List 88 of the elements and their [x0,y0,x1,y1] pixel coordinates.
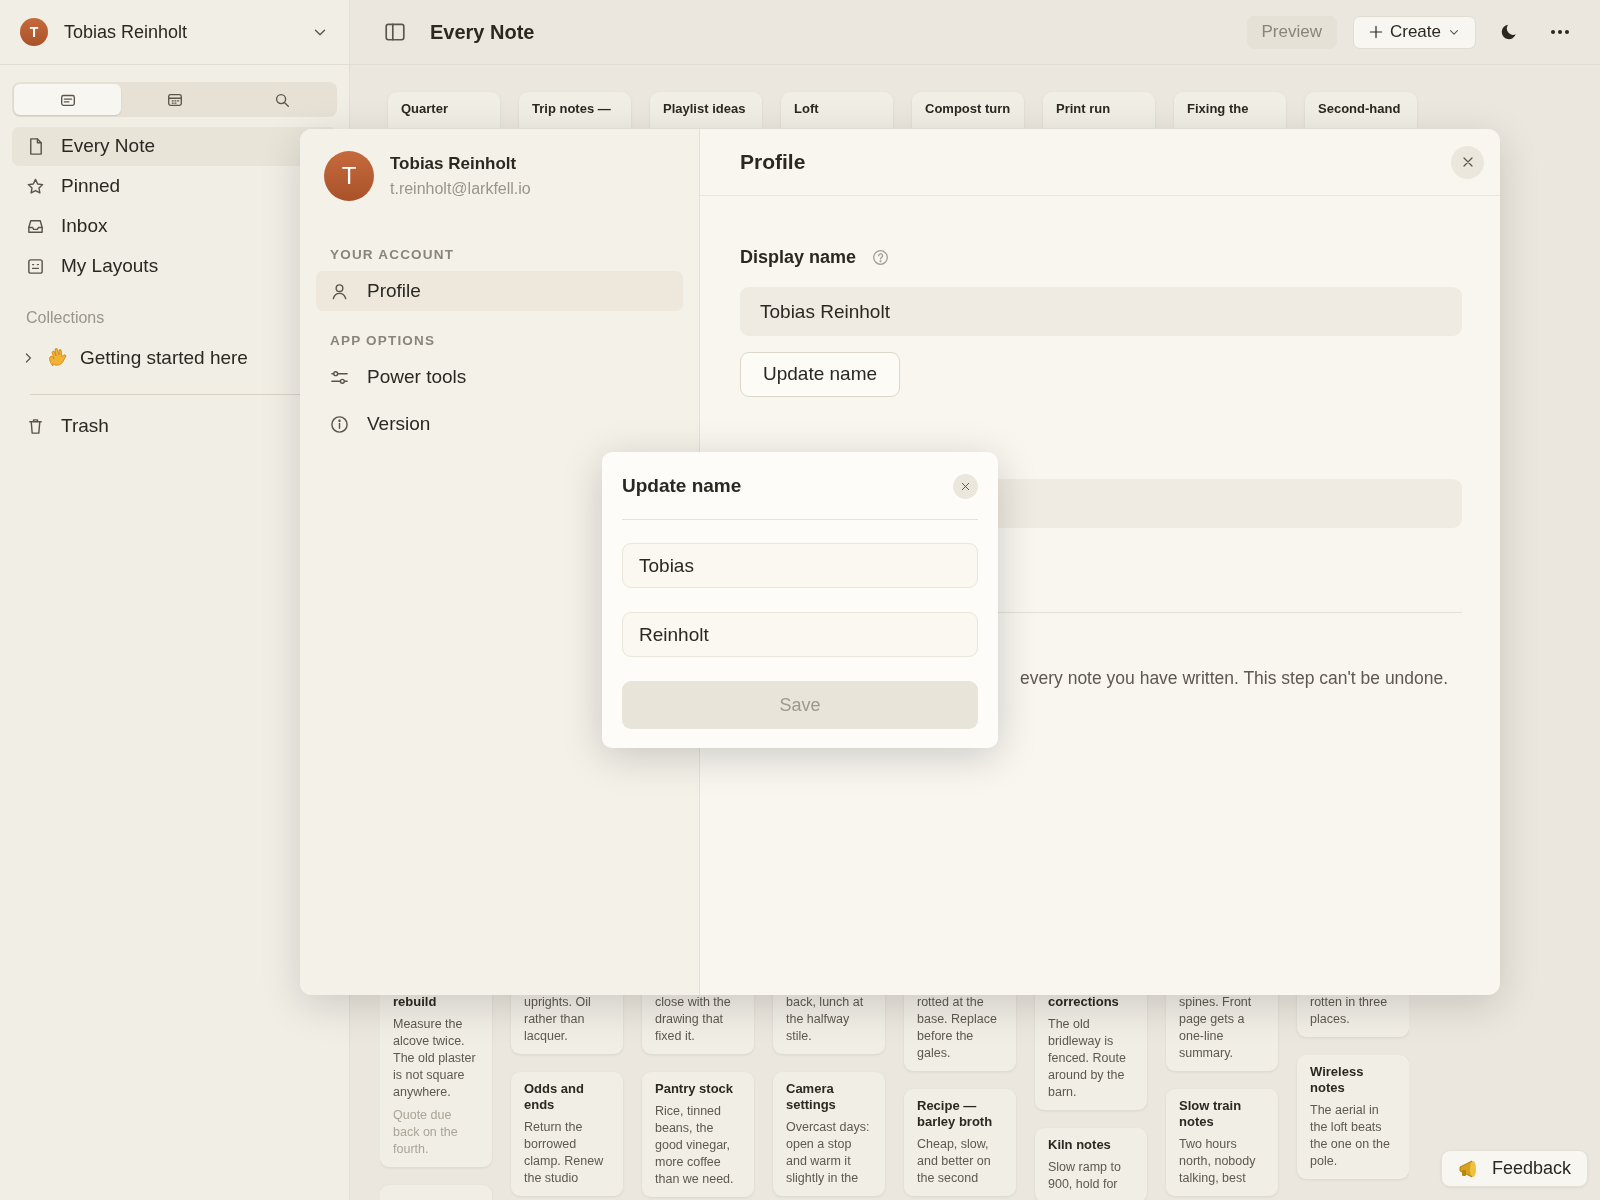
nav-item[interactable]: Inbox [12,207,337,246]
note-text: rotted at the base. Replace before the gales. [917,994,998,1062]
section-heading: Collections [26,308,106,328]
note-text: Return the borrowed clamp. Renew the studio [524,1119,605,1187]
page-title: Every Note [430,20,535,45]
display-name-field[interactable]: Tobias Reinholt [740,287,1462,336]
note-card[interactable]: Recipe — barley broth Cheap, slow, and better on the second [904,1089,1016,1196]
note-title: Fixing the [1187,101,1250,117]
note-title: Camera settings [786,1081,837,1113]
avatar: T [324,151,374,201]
name-field[interactable]: Tobias [622,543,978,588]
help-icon [872,249,890,266]
user-name: Tobias Reinholt [390,153,518,176]
note-title: Second-hand [1318,101,1402,117]
name-field[interactable]: Reinholt [622,612,978,657]
note-card[interactable]: Odds and ends Return the borrowed clamp. Renew the studio [511,1072,623,1196]
note-title: Trip notes — [532,101,612,117]
note-title: Compost turn [925,101,1011,117]
field-label: Display name [740,246,857,269]
dialog-title: Update name [622,474,742,499]
note-text: close with the drawing that fixed it. [655,994,732,1045]
feedback-button[interactable]: Feedback [1441,1150,1589,1187]
note-card[interactable]: Quarter [388,92,500,128]
close-button[interactable] [1451,145,1484,179]
note-text: Two hours north, nobody talking, best [1179,1136,1257,1187]
settings-menu-item[interactable]: Profile [316,271,683,312]
sidebar-tab[interactable] [14,84,121,115]
note-text: The old bridleway is fenced. Route around by the barn. [1048,1016,1127,1101]
note-title: Playlist ideas [663,101,747,117]
note-title: Odds and ends [524,1081,585,1113]
warning-text: every note you have written. This step can't be undone. [1020,667,1450,690]
note-card[interactable]: Camera settings Overcast days: open a stop and warm it slightly in the [773,1072,885,1196]
note-text: rotten in three places. [1310,994,1389,1028]
note-card[interactable]: Kiln notes Slow ramp to 900, hold for [1035,1128,1147,1200]
sidebar-icon [384,21,406,43]
note-title: Kiln notes [1048,1137,1112,1153]
more-icon[interactable] [1550,29,1570,35]
note-text: The aerial in the loft beats the one on the pole. [1310,1102,1391,1170]
note-card[interactable]: Wireless notes The aerial in the loft beats the one on the pole. [1297,1055,1409,1179]
settings-menu-item[interactable]: Power tools [316,357,683,398]
note-text: back, lunch at the halfway stile. [786,994,865,1045]
layout-icon [26,257,45,276]
note-title: corrections [1048,994,1120,1010]
plus-icon [1367,24,1384,40]
note-card[interactable]: Playlist ideas [650,92,762,128]
inbox-icon [26,217,45,236]
note-card[interactable]: Second-hand [1305,92,1417,128]
section-heading: APP OPTIONS [330,332,437,351]
note-text: Measure the alcove twice. The old plaster is not square anywhere. [393,1016,477,1101]
info-icon [330,415,349,434]
create-button[interactable]: Create [1352,15,1476,49]
note-text: Rice, tinned beans, the good vinegar, more coffee than we need. [655,1103,735,1188]
sliders-icon [330,368,349,387]
note-card[interactable]: Trip notes — [519,92,631,128]
moon-icon[interactable] [1500,23,1518,41]
note-title: Pantry stock [655,1081,735,1097]
note-card[interactable]: Slow train notes Two hours north, nobody talking, best [1166,1089,1278,1196]
panel-title: Profile [740,149,806,176]
account-name[interactable]: Tobias Reinholt [64,18,295,46]
note-card[interactable]: Loft [781,92,893,128]
trash-icon [26,417,45,436]
note-title: rebuild [393,994,438,1010]
close-icon [959,480,972,493]
note-card[interactable]: Fixing the [1174,92,1286,128]
avatar[interactable]: T [20,18,48,46]
note-title: Recipe — barley broth [917,1098,994,1130]
sidebar-toggle-button[interactable] [384,21,406,43]
note-text: Cheap, slow, and better on the second [917,1136,992,1187]
note-text: spines. Front page gets a one-line summary. [1179,994,1253,1062]
note-text: Slow ramp to 900, hold for [1048,1159,1122,1193]
star-icon [26,177,45,196]
close-button[interactable] [953,474,978,499]
note-text: uprights. Oil rather than lacquer. [524,994,592,1045]
note-title: Quarter [401,101,449,117]
note-title: Wireless notes [1310,1064,1365,1096]
note-title: Slow train notes [1179,1098,1243,1130]
note-title: Loft [794,101,820,117]
note-card[interactable]: Print run [1043,92,1155,128]
note-card[interactable]: Compost turn [912,92,1024,128]
section-heading: YOUR ACCOUNT [330,246,456,264]
note-text: Overcast days: open a stop and warm it slightly in the [786,1119,871,1187]
user-email: t.reinholt@larkfell.io [390,178,531,199]
update-name-button[interactable]: Update name [740,352,901,397]
note-footnote: Quote due back on the fourth. [393,1107,459,1158]
note-title: Print run [1056,101,1112,117]
person-icon [330,281,349,301]
collection-item[interactable]: Getting started here [80,343,248,373]
note-card[interactable]: Pantry stock Rice, tinned beans, the good vinegar, more coffee than we need. [642,1072,754,1197]
